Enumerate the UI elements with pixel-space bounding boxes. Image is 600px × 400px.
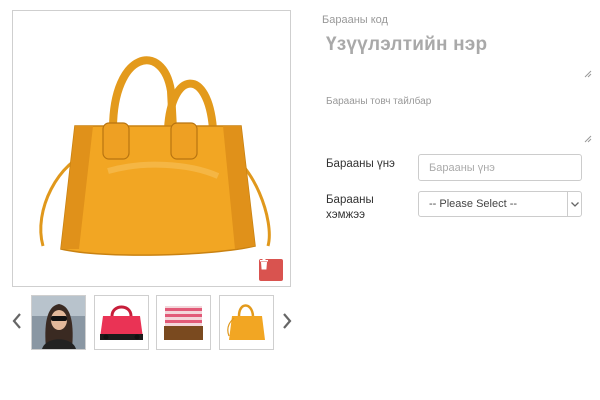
- thumbnail-4[interactable]: [219, 295, 274, 350]
- pink-handbag-image: [95, 296, 148, 349]
- thumbnail-2[interactable]: [94, 295, 149, 350]
- size-label: Барааны хэмжээ: [326, 194, 374, 221]
- size-select[interactable]: -- Please Select --: [418, 191, 582, 217]
- woman-sunglasses-image: [32, 296, 85, 349]
- yellow-handbag-image: [39, 56, 271, 256]
- select-divider: [567, 192, 568, 216]
- resize-grip-icon[interactable]: [584, 70, 592, 78]
- yellow-handbag-image: [220, 296, 273, 349]
- product-name-value[interactable]: Үзүүлэлтийн нэр: [326, 34, 487, 56]
- product-description-placeholder[interactable]: Барааны товч тайлбар: [326, 96, 431, 107]
- resize-grip-icon[interactable]: [584, 135, 592, 143]
- size-select-value: -- Please Select --: [429, 198, 518, 210]
- striped-clutch-image: [157, 296, 210, 349]
- product-form: Барааны код Үзүүлэлтийн нэр Барааны товч…: [318, 0, 592, 260]
- trash-icon: [260, 259, 268, 270]
- chevron-left-icon: [12, 313, 21, 329]
- carousel-next-button[interactable]: [280, 308, 294, 334]
- main-product-image: [12, 10, 291, 287]
- product-code-label[interactable]: Барааны код: [322, 14, 388, 26]
- chevron-down-icon: [571, 202, 579, 207]
- thumbnail-carousel: [10, 295, 295, 351]
- carousel-prev-button[interactable]: [10, 308, 24, 334]
- thumbnail-1[interactable]: [31, 295, 86, 350]
- chevron-right-icon: [283, 313, 292, 329]
- price-input[interactable]: [418, 154, 582, 181]
- price-label: Барааны үнэ: [326, 158, 395, 170]
- thumbnail-3[interactable]: [156, 295, 211, 350]
- delete-image-button[interactable]: [259, 259, 283, 281]
